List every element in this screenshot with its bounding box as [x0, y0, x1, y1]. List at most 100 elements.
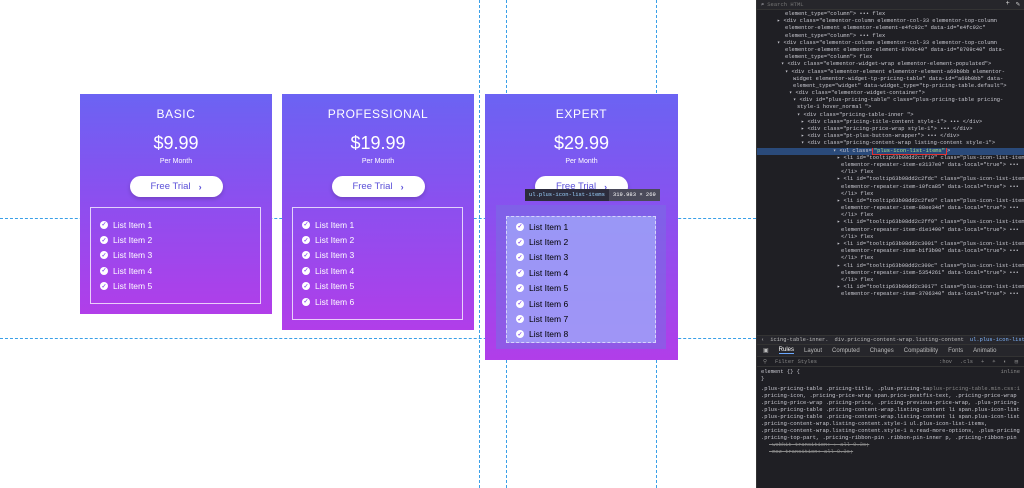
list-item: ✓ List Item 6 — [293, 294, 462, 309]
cls-toggle[interactable]: .cls — [960, 359, 973, 365]
dom-node[interactable]: ▸ <li id="tooltip63b08dd2c2ff0" class="p… — [757, 219, 1024, 226]
check-circle-icon: ✓ — [302, 220, 310, 229]
panel-layout-icon[interactable]: ▣ — [763, 347, 769, 354]
list-item: ✓ List Item 5 — [507, 281, 655, 296]
dom-node-selected[interactable]: ▾ <ul class= "plus-icon-list-items" > — [757, 147, 1024, 155]
card-period: Per Month — [159, 158, 193, 165]
dom-node[interactable]: </li> flex — [757, 234, 1024, 241]
dom-node[interactable]: ▸ <li id="tooltip63b08dd2c300c" class="p… — [757, 263, 1024, 270]
dom-node[interactable]: element_type="widget" data-widget_type="… — [757, 83, 1024, 90]
dom-node[interactable]: element_type="column"> ••• flex — [757, 11, 1024, 18]
devtools-tab[interactable]: Animatio — [973, 348, 996, 354]
breadcrumb-item[interactable]: div.pricing-content-wrap.listing-content — [834, 337, 963, 343]
light-mode-icon[interactable]: ☀ — [992, 359, 995, 365]
dom-node[interactable]: ▸ <div class="pt-plus-button-wrapper"> •… — [757, 133, 1024, 140]
dom-node[interactable]: elementor-repeater-item-88ee34d" data-lo… — [757, 205, 1024, 212]
list-item: ✓ List Item 2 — [91, 232, 260, 247]
dom-node[interactable]: style-1 hover_normal "> — [757, 104, 1024, 111]
struck-declaration[interactable]: -webkit-transition: ▸ all 0.3s; — [761, 442, 1020, 449]
dom-node[interactable]: element_type="column"> ••• flex — [757, 33, 1024, 40]
dom-node[interactable]: ▾ <div class="pricing-table-inner "> — [757, 112, 1024, 119]
card-price: $19.99 — [350, 133, 406, 153]
print-media-icon[interactable]: ▤ — [1015, 359, 1018, 365]
dom-node[interactable]: elementor-repeater-item-d1e1490" data-lo… — [757, 227, 1024, 234]
dom-node[interactable]: ▸ <div class="pricing-price-wrap style-1… — [757, 126, 1024, 133]
dom-node[interactable]: elementor-repeater-item-b1f3b00" data-lo… — [757, 248, 1024, 255]
devtools-tab[interactable]: Fonts — [948, 348, 963, 354]
add-rule-button[interactable]: + — [981, 359, 984, 365]
feature-list: ✓ List Item 1 ✓ List Item 2 ✓ List Item 3 ✓ Lis… — [506, 216, 656, 342]
devtools-tab[interactable]: Layout — [804, 348, 822, 354]
list-item: ✓ List Item 3 — [507, 250, 655, 265]
dom-node[interactable]: </li> flex — [757, 191, 1024, 198]
rule-selector-line: .pricing-content-wrap.listing-content.st… — [761, 428, 1020, 434]
element-rule-close: } — [761, 376, 765, 382]
list-item: ✓ List Item 5 — [293, 279, 462, 294]
dom-node[interactable]: ▸ <li id="tooltip63b08dd2c3001" class="p… — [757, 241, 1024, 248]
stylesheet-source-link[interactable]: plus-pricing-table.min.css:1 — [929, 386, 1020, 393]
dom-node[interactable]: ▸ <div class="elementor-column elementor… — [757, 18, 1024, 25]
filter-styles-input[interactable]: Filter Styles — [775, 359, 817, 365]
dom-node[interactable]: ▸ <li id="tooltip63b08dd2c3017" class="p… — [757, 284, 1024, 291]
breadcrumb-item[interactable]: icing-table-inner. — [770, 337, 828, 343]
check-circle-icon: ✓ — [516, 315, 524, 324]
list-item: ✓ List Item 2 — [293, 232, 462, 247]
check-circle-icon: ✓ — [516, 330, 524, 339]
dom-node[interactable]: </li> flex — [757, 169, 1024, 176]
dom-node[interactable]: ▾ <div class="elementor-widget-container… — [757, 90, 1024, 97]
check-circle-icon: ✓ — [516, 284, 524, 293]
hov-toggle[interactable]: :hov — [939, 359, 952, 365]
dom-node[interactable]: elementor-repeater-item-e3137e0" data-lo… — [757, 162, 1024, 169]
dom-node[interactable]: elementor-element elementor-element-e4fc… — [757, 25, 1024, 32]
inline-source[interactable]: inline — [1001, 369, 1020, 376]
dom-tree: element_type="column"> ••• flex ▸ <div cl… — [757, 10, 1024, 335]
struck-declaration[interactable]: -moz-transition: all 0.3s; — [761, 449, 1020, 456]
check-circle-icon: ✓ — [100, 236, 108, 245]
page-preview: BASIC $9.99 Per Month Free Trial › ✓ List… — [0, 0, 756, 488]
card-period: Per Month — [361, 158, 395, 165]
add-node-icon[interactable]: + — [1006, 0, 1010, 9]
dom-node[interactable]: ▸ <li id="tooltip63b08dd2c2fe9" class="p… — [757, 198, 1024, 205]
rule-selector-line: .pricing-top-part, .pricing-ribbon-pin .… — [761, 435, 1020, 441]
dom-node[interactable]: ▾ <div id="plus-pricing-table" class="pl… — [757, 97, 1024, 104]
list-item-text: List Item 7 — [529, 314, 569, 325]
dom-node[interactable]: ▾ <div class="elementor-widget-wrap elem… — [757, 61, 1024, 68]
list-item: ✓ List Item 5 — [91, 279, 260, 294]
dom-node[interactable]: ▸ <div class="pricing-title-content styl… — [757, 119, 1024, 126]
eyedropper-icon[interactable]: ✎ — [1016, 0, 1020, 9]
free-trial-button[interactable]: Free Trial › — [129, 176, 223, 197]
dom-node[interactable]: ▸ <li id="tooltip63b08dd2c1f10" class="p… — [757, 155, 1024, 162]
check-circle-icon: ✓ — [516, 299, 524, 308]
list-item-text: List Item 3 — [315, 250, 355, 261]
list-item-text: List Item 4 — [529, 267, 569, 278]
dark-mode-icon[interactable]: ◐ — [1004, 359, 1007, 365]
pricing-card-professional: PROFESSIONAL $19.99 Per Month Free Trial… — [282, 94, 474, 330]
check-circle-icon: ✓ — [100, 282, 108, 291]
breadcrumb-scroll-left-icon[interactable]: ‹ — [761, 337, 764, 343]
dom-node[interactable]: ▾ <div class="pricing-content-wrap listi… — [757, 140, 1024, 147]
dom-node[interactable]: element_type="column"> flex — [757, 54, 1024, 61]
dom-node[interactable]: elementor-element elementor-element-8709… — [757, 47, 1024, 54]
feature-list: ✓ List Item 1 ✓ List Item 2 ✓ List Item 3 ✓ Lis… — [292, 207, 463, 320]
devtools-tab-bar: ▣ Rules Layout Computed Changes Compatibilit… — [757, 345, 1024, 357]
dom-node[interactable]: ▾ <div class="elementor-element elemento… — [757, 69, 1024, 76]
dom-node[interactable]: </li> flex — [757, 255, 1024, 262]
dom-node[interactable]: </li> flex — [757, 277, 1024, 284]
devtools-tab[interactable]: Computed — [832, 348, 860, 354]
breadcrumb-item[interactable]: ul.plus-icon-list-items — [970, 337, 1024, 343]
dom-node[interactable]: ▾ <div class="elementor-column elementor… — [757, 40, 1024, 47]
dom-node[interactable]: elementor-repeater-item-10fca85" data-lo… — [757, 184, 1024, 191]
dom-node[interactable]: elementor-repeater-item-3706340" data-lo… — [757, 291, 1024, 298]
dom-node[interactable]: ▸ <li id="tooltip63b08dd2c2fdc" class="p… — [757, 176, 1024, 183]
dom-node[interactable]: widget elementor-widget-tp-pricing-table… — [757, 76, 1024, 83]
list-item: ✓ List Item 1 — [91, 217, 260, 232]
devtools-tab[interactable]: Compatibility — [904, 348, 938, 354]
devtools-tab[interactable]: Changes — [870, 348, 894, 354]
devtools-tab[interactable]: Rules — [778, 347, 795, 354]
dom-node[interactable]: </li> flex — [757, 212, 1024, 219]
check-circle-icon: ✓ — [516, 238, 524, 247]
rule-selector-line: .pricing-content-wrap.listing-content.st… — [761, 421, 988, 427]
html-search-input[interactable] — [767, 1, 1006, 8]
dom-node[interactable]: elementor-repeater-item-5354261" data-lo… — [757, 270, 1024, 277]
free-trial-button[interactable]: Free Trial › — [331, 176, 425, 197]
